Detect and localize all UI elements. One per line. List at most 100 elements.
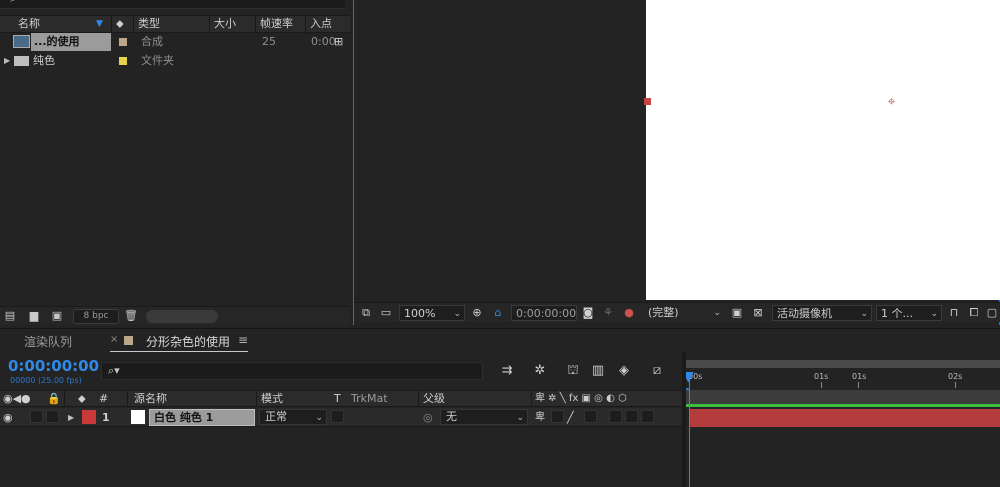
item-name: 纯色 xyxy=(33,54,55,67)
column-size[interactable]: 大小 xyxy=(210,16,256,32)
comp-label-swatch xyxy=(124,336,133,345)
column-mode[interactable]: 模式 xyxy=(261,391,283,406)
item-label-swatch[interactable] xyxy=(119,57,127,65)
column-parent[interactable]: 父级 xyxy=(423,391,445,406)
safe-margins-icon[interactable]: ⊕ xyxy=(469,305,485,321)
ruler-label: 01s xyxy=(814,372,829,381)
time-navigator-range[interactable] xyxy=(686,360,1000,368)
tab-render-queue[interactable]: 渲染队列 xyxy=(24,333,72,350)
motion-blur-switch[interactable] xyxy=(625,410,638,423)
item-type: 合成 xyxy=(141,35,163,48)
search-icon: ⌕▾ xyxy=(108,364,120,377)
frame-blend-switch[interactable] xyxy=(609,410,622,423)
flowchart-icon[interactable]: ⊞ xyxy=(334,33,343,51)
column-name[interactable]: 名称 ▼ xyxy=(0,16,112,32)
monitor-icon[interactable]: ▭ xyxy=(378,305,394,321)
expand-arrow-icon[interactable]: ▶ xyxy=(4,52,10,70)
layer-list-empty-area[interactable] xyxy=(0,428,682,487)
project-search-input[interactable]: ⌕ xyxy=(0,0,345,9)
effect-switch[interactable] xyxy=(584,410,597,423)
current-time-display[interactable]: 0:00:00:00 xyxy=(8,357,99,375)
composition-canvas[interactable] xyxy=(646,0,1000,300)
close-icon[interactable]: × xyxy=(110,334,118,345)
item-label-swatch[interactable] xyxy=(119,38,127,46)
horizontal-scrollbar[interactable] xyxy=(146,310,218,323)
always-preview-icon[interactable]: ⧉ xyxy=(358,305,374,321)
new-folder-icon[interactable]: ▆ xyxy=(27,310,41,322)
parent-dropdown[interactable]: 无 ⌄ xyxy=(440,409,528,425)
lock-toggle[interactable] xyxy=(46,410,59,423)
collapse-switch[interactable] xyxy=(551,410,564,423)
interpret-footage-icon[interactable]: ▤ xyxy=(3,310,17,322)
item-framerate: 25 xyxy=(262,35,276,48)
column-t[interactable]: T xyxy=(334,391,341,406)
pasteboard xyxy=(354,0,646,300)
chevron-down-icon: ⌄ xyxy=(930,309,938,319)
label-tag-icon: ⬥ xyxy=(78,392,86,405)
resolution-dropdown[interactable]: (完整) ⌄ xyxy=(644,305,724,321)
color-channels-icon[interactable]: ● xyxy=(621,305,637,321)
transparency-grid-icon[interactable]: ⊠ xyxy=(750,305,766,321)
expand-arrow-icon[interactable]: ▶ xyxy=(68,410,74,425)
column-in-point[interactable]: 入点 xyxy=(306,16,350,32)
quality-switch-icon[interactable]: ╱ xyxy=(567,410,574,425)
shy-layers-icon[interactable]: ⛫ xyxy=(564,363,582,379)
toggle-pixel-aspect-icon[interactable]: ⊓ xyxy=(946,305,962,321)
current-time-display[interactable]: 0:00:00:00 xyxy=(511,305,577,321)
mask-visibility-icon[interactable]: ⌂ xyxy=(490,305,506,321)
draft-3d-icon[interactable]: ✲ xyxy=(531,363,549,379)
layer-handle[interactable] xyxy=(644,98,651,105)
camera-dropdown[interactable]: 活动摄像机 ⌄ xyxy=(772,305,872,321)
3d-layer-switch[interactable] xyxy=(641,410,654,423)
item-in-point: 0:00 xyxy=(311,35,336,48)
layer-search-input[interactable]: ⌕▾ xyxy=(101,362,483,380)
anchor-point-icon[interactable]: ⌖ xyxy=(884,95,899,110)
tab-label: 分形杂色的使用 xyxy=(146,335,231,349)
zoom-dropdown[interactable]: 100% ⌄ xyxy=(399,305,465,321)
ruler-label: 02s xyxy=(948,372,963,381)
layer-duration-bar[interactable] xyxy=(689,409,1000,427)
graph-editor-icon[interactable]: ⧄ xyxy=(648,363,666,379)
timeline-tab-bar: 渲染队列 × 分形杂色的使用 ≡ xyxy=(0,328,1000,353)
chevron-down-icon: ⌄ xyxy=(516,413,524,423)
render-cache-indicator xyxy=(686,404,1000,407)
column-trkmat[interactable]: TrkMat xyxy=(351,391,388,406)
track-empty-area[interactable] xyxy=(686,428,1000,487)
fast-previews-icon[interactable]: ⧠ xyxy=(966,305,982,321)
layer-name-field[interactable]: 白色 纯色 1 xyxy=(149,409,255,426)
column-label[interactable]: ⬥ xyxy=(112,16,134,32)
new-composition-icon[interactable]: ▣ xyxy=(50,310,64,322)
layer-column-header: ◉◀● 🔒 ⬥ # 源名称 模式 T TrkMat 父级 卑 ✲ ╲ fx ▣ … xyxy=(0,390,682,407)
column-source-name[interactable]: 源名称 xyxy=(134,391,167,406)
camera-snapshot-icon[interactable]: ◙ xyxy=(580,305,596,321)
region-of-interest-icon[interactable]: ▣ xyxy=(729,305,745,321)
frame-blending-icon[interactable]: ▥ xyxy=(589,363,607,379)
column-framerate[interactable]: 帧速率 xyxy=(256,16,306,32)
solo-toggle[interactable] xyxy=(30,410,43,423)
panel-menu-icon[interactable]: ≡ xyxy=(238,333,248,347)
views-dropdown[interactable]: 1 个... ⌄ xyxy=(876,305,942,321)
tab-composition[interactable]: × 分形杂色的使用 ≡ xyxy=(110,329,265,353)
project-item-folder[interactable]: ▶ 纯色 文件夹 xyxy=(0,52,335,70)
lock-icon: 🔒 xyxy=(47,392,61,405)
column-layer-number[interactable]: # xyxy=(99,391,108,406)
playhead-line[interactable] xyxy=(689,376,690,487)
show-snapshot-icon[interactable]: ⚘ xyxy=(600,305,616,321)
blend-mode-dropdown[interactable]: 正常 ⌄ xyxy=(259,409,327,425)
frame-info: 00000 (25.00 fps) xyxy=(10,376,82,385)
visibility-eye-icon[interactable]: ◉ xyxy=(3,410,13,425)
folder-icon xyxy=(14,56,29,66)
column-type[interactable]: 类型 xyxy=(134,16,210,32)
trash-icon[interactable]: 🗑 xyxy=(124,310,138,322)
pick-whip-icon[interactable]: ◎ xyxy=(423,410,433,425)
comp-flowchart-icon[interactable]: ⇉ xyxy=(498,363,516,379)
layer-row[interactable]: ◉ ▶ 1 白色 纯色 1 正常 ⌄ ◎ 无 ⌄ 卑 ╱ xyxy=(0,408,682,427)
motion-blur-icon[interactable]: ◈ xyxy=(615,363,633,379)
bit-depth-button[interactable]: 8 bpc xyxy=(73,309,119,324)
timeline-icon[interactable]: ▢ xyxy=(984,305,1000,321)
project-item-composition[interactable]: ...的使用 合成 25 0:00 ⊞ xyxy=(0,33,343,51)
layer-label-color[interactable] xyxy=(82,410,96,424)
preserve-transparency-toggle[interactable] xyxy=(331,410,344,423)
solid-swatch-icon xyxy=(131,410,145,424)
shy-switch-icon[interactable]: 卑 xyxy=(535,410,545,425)
